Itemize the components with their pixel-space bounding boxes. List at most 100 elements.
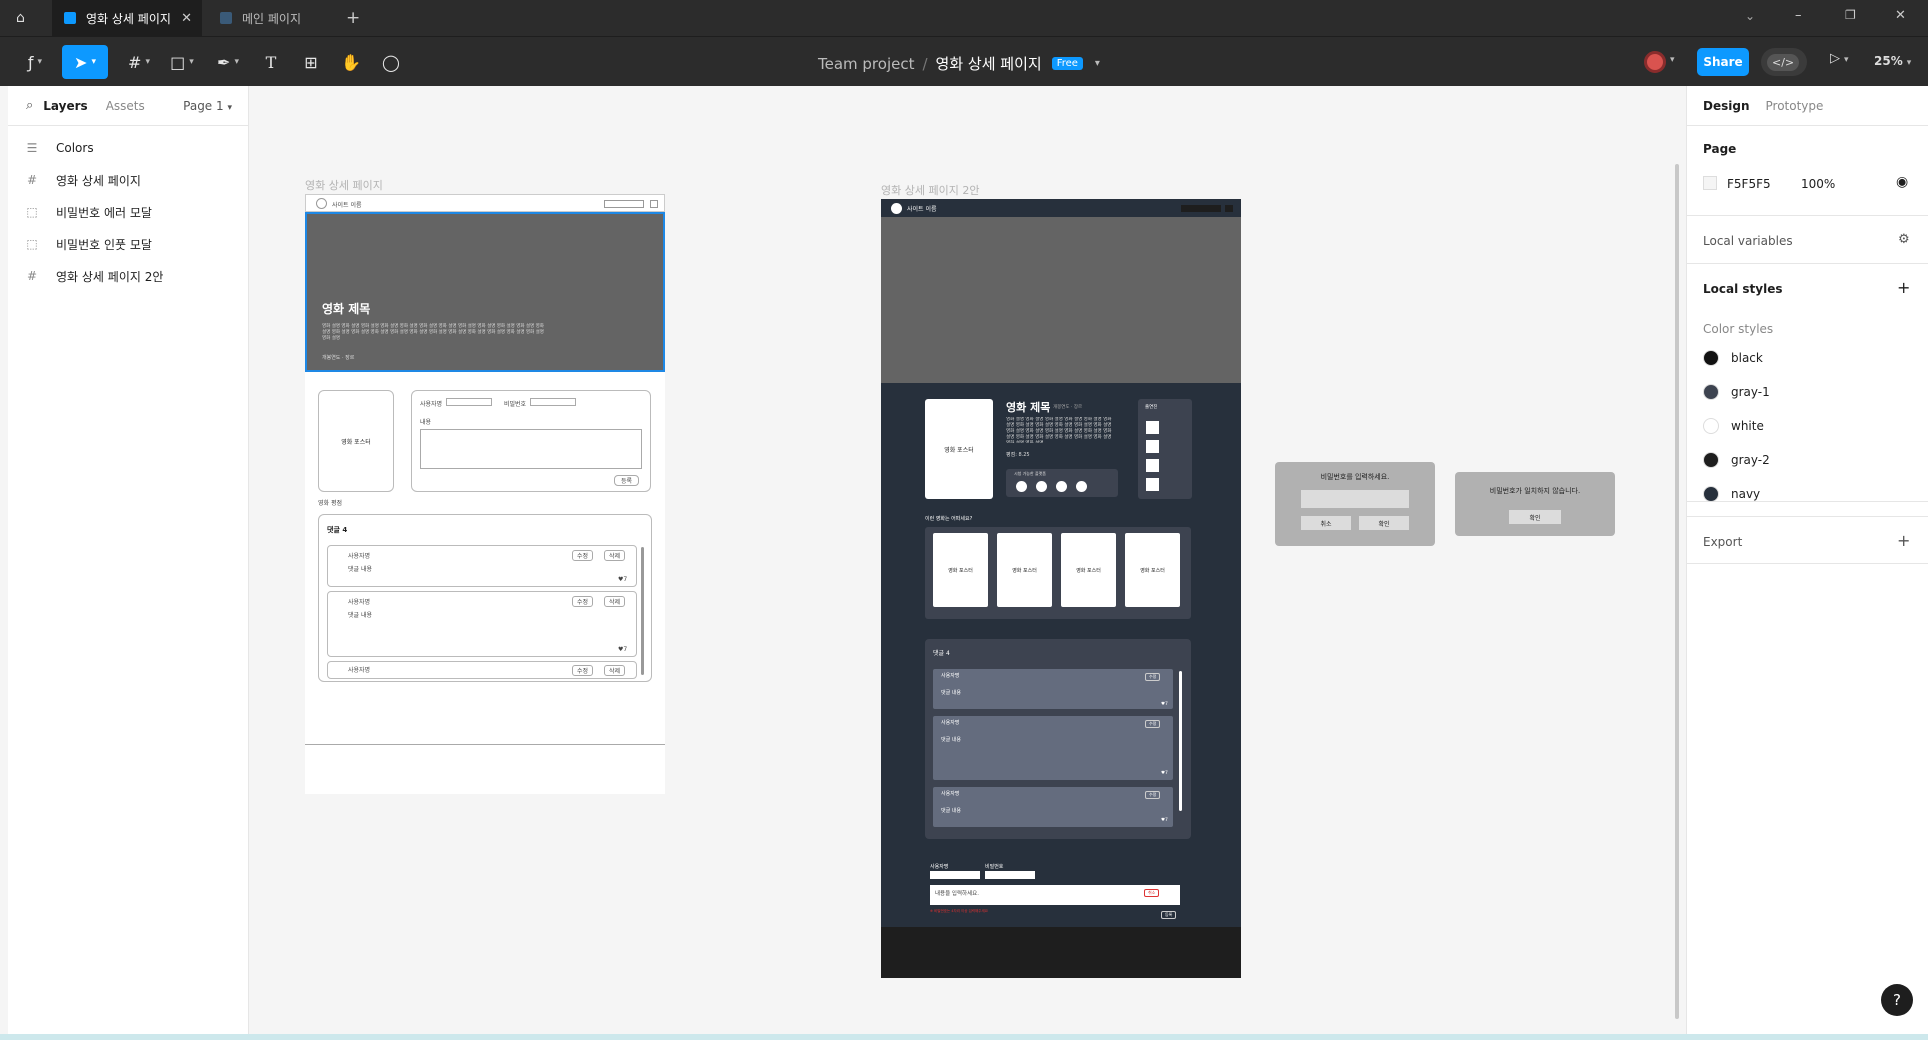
like-count[interactable]: ♥7 xyxy=(1161,818,1168,823)
cancel-button[interactable]: 취소 xyxy=(1144,889,1160,897)
share-button[interactable]: Share xyxy=(1697,48,1749,76)
delete-button[interactable]: 삭제 xyxy=(604,665,626,676)
password-input[interactable] xyxy=(985,871,1035,879)
recommend-card[interactable]: 영화 포스터 xyxy=(1125,533,1180,607)
recommend-card[interactable]: 영화 포스터 xyxy=(933,533,988,607)
color-style-gray-2[interactable]: gray-2 xyxy=(1703,452,1770,468)
page-color-value[interactable]: F5F5F5 xyxy=(1727,177,1771,191)
content-input[interactable]: 내용을 입력하세요. 취소 xyxy=(930,885,1180,905)
frame-label[interactable]: 영화 상세 페이지 xyxy=(305,177,383,193)
submit-button[interactable]: 등록 xyxy=(614,475,640,486)
platform-icon[interactable] xyxy=(1016,481,1027,492)
comment-item: 사용자명 수정 삭제 xyxy=(327,661,637,679)
avatar[interactable] xyxy=(1644,51,1666,73)
scrollbar[interactable] xyxy=(1179,671,1182,811)
wireframe-frame[interactable]: 사이트 이름 영화 제목 영화 설명 영화 설명 영화 설명 영화 설명 영화 … xyxy=(305,194,665,794)
color-style-navy[interactable]: navy xyxy=(1703,486,1760,502)
add-style-icon[interactable]: + xyxy=(1897,278,1910,297)
like-count[interactable]: ♥7 xyxy=(1161,771,1168,776)
edit-button[interactable]: 수정 xyxy=(572,596,594,607)
close-tab-icon[interactable]: ✕ xyxy=(181,11,192,26)
layer-password-error-modal[interactable]: ⬚ 비밀번호 에러 모달 xyxy=(8,196,248,228)
export-label[interactable]: Export xyxy=(1703,535,1742,549)
hand-tool-icon[interactable]: ✋ xyxy=(336,45,366,79)
home-icon[interactable]: ⌂ xyxy=(16,10,42,26)
zoom-menu[interactable]: 25% ▾ xyxy=(1874,54,1911,68)
password-error-modal[interactable]: 비밀번호가 일치하지 않습니다. 확인 xyxy=(1455,472,1615,536)
file-name[interactable]: 영화 상세 페이지 xyxy=(936,53,1042,74)
variables-settings-icon[interactable]: ⚙ xyxy=(1898,232,1910,247)
submit-button[interactable]: 등록 xyxy=(1161,911,1177,919)
tab-design[interactable]: Design xyxy=(1703,99,1750,113)
modal-confirm-button[interactable]: 확인 xyxy=(1509,510,1561,524)
platform-icon[interactable] xyxy=(1076,481,1087,492)
modal-cancel-button[interactable]: 취소 xyxy=(1301,516,1351,530)
resources-icon[interactable]: ⊞ xyxy=(296,45,326,79)
delete-button[interactable]: 삭제 xyxy=(604,550,626,561)
canvas[interactable]: 영화 상세 페이지 사이트 이름 영화 제목 영화 설명 영화 설명 영화 설명… xyxy=(250,86,1686,1034)
shape-tool-icon[interactable]: □ ▾ xyxy=(164,45,200,79)
avatar-chevron-icon[interactable]: ▾ xyxy=(1670,55,1675,65)
help-button[interactable]: ? xyxy=(1881,984,1913,1016)
layer-password-input-modal[interactable]: ⬚ 비밀번호 인풋 모달 xyxy=(8,228,248,260)
username-input[interactable] xyxy=(930,871,980,879)
edit-button[interactable]: 수정 xyxy=(1145,673,1161,681)
file-menu-chevron-icon[interactable]: ▾ xyxy=(1095,58,1100,69)
text-tool-icon[interactable]: T xyxy=(256,45,286,79)
search-icon[interactable]: ⌕ xyxy=(26,98,33,113)
like-count[interactable]: ♥7 xyxy=(618,646,627,653)
recommend-card[interactable]: 영화 포스터 xyxy=(1061,533,1116,607)
color-style-gray-1[interactable]: gray-1 xyxy=(1703,384,1770,400)
modal-confirm-button[interactable]: 확인 xyxy=(1359,516,1409,530)
color-style-white[interactable]: white xyxy=(1703,418,1764,434)
tab-assets[interactable]: Assets xyxy=(106,99,145,113)
minimize-icon[interactable]: – xyxy=(1795,8,1802,23)
frame-tool-icon[interactable]: # ▾ xyxy=(122,45,156,79)
color-style-black[interactable]: black xyxy=(1703,350,1763,366)
tab-list-chevron-icon[interactable]: ⌄ xyxy=(1745,9,1755,23)
local-variables-label[interactable]: Local variables xyxy=(1703,234,1793,248)
new-tab-icon[interactable]: + xyxy=(346,8,360,28)
edit-button[interactable]: 수정 xyxy=(1145,791,1161,799)
layer-movie-detail[interactable]: # 영화 상세 페이지 xyxy=(8,164,248,196)
dev-mode-toggle[interactable]: </> xyxy=(1761,48,1807,76)
password-input-modal[interactable]: 비밀번호를 입력하세요. 취소 확인 xyxy=(1275,462,1435,546)
project-name[interactable]: Team project xyxy=(818,55,914,73)
pen-tool-icon[interactable]: ✒ ▾ xyxy=(210,45,246,79)
modal-password-input[interactable] xyxy=(1301,490,1409,508)
like-count[interactable]: ♥7 xyxy=(1161,702,1168,707)
delete-button[interactable]: 삭제 xyxy=(604,596,626,607)
content-textarea[interactable] xyxy=(420,429,642,469)
tab-main-page[interactable]: 메인 페이지 xyxy=(208,0,338,36)
like-count[interactable]: ♥7 xyxy=(618,576,627,583)
present-icon[interactable]: ▷ ▾ xyxy=(1830,51,1849,66)
tab-layers[interactable]: Layers xyxy=(43,99,87,113)
recommend-card[interactable]: 영화 포스터 xyxy=(997,533,1052,607)
platform-icon[interactable] xyxy=(1056,481,1067,492)
platform-icon[interactable] xyxy=(1036,481,1047,492)
window-close-icon[interactable]: ✕ xyxy=(1895,8,1906,23)
username-input[interactable] xyxy=(446,398,492,406)
eye-icon[interactable]: ◉ xyxy=(1896,174,1908,190)
layer-movie-detail-v2[interactable]: # 영화 상세 페이지 2안 xyxy=(8,260,248,292)
move-tool-icon[interactable]: ➤ ▾ xyxy=(62,45,108,79)
tab-prototype[interactable]: Prototype xyxy=(1766,99,1824,113)
add-export-icon[interactable]: + xyxy=(1897,531,1910,550)
canvas-scrollbar[interactable] xyxy=(1675,164,1679,1019)
main-menu-icon[interactable]: ƒ ▾ xyxy=(18,45,52,79)
edit-button[interactable]: 수정 xyxy=(572,550,594,561)
restore-icon[interactable]: ❐ xyxy=(1845,8,1856,22)
password-input[interactable] xyxy=(530,398,576,406)
wf-hero[interactable]: 영화 제목 영화 설명 영화 설명 영화 설명 영화 설명 영화 설명 영화 설… xyxy=(305,212,665,372)
layer-colors[interactable]: ☰ Colors xyxy=(8,132,248,164)
dark-frame[interactable]: 사이트 이름 영화 포스터 영화 제목 개봉연도 · 장르 영화 설명 영화 설… xyxy=(881,199,1241,978)
tab-movie-detail[interactable]: 영화 상세 페이지 ✕ xyxy=(52,0,202,36)
page-color-swatch[interactable] xyxy=(1703,176,1717,190)
edit-button[interactable]: 수정 xyxy=(1145,720,1161,728)
page-selector[interactable]: Page 1 ▾ xyxy=(183,99,232,113)
frame-label[interactable]: 영화 상세 페이지 2안 xyxy=(881,182,979,198)
page-opacity-value[interactable]: 100% xyxy=(1801,177,1835,191)
scrollbar[interactable] xyxy=(641,547,644,675)
edit-button[interactable]: 수정 xyxy=(572,665,594,676)
comment-tool-icon[interactable]: ◯ xyxy=(376,45,406,79)
